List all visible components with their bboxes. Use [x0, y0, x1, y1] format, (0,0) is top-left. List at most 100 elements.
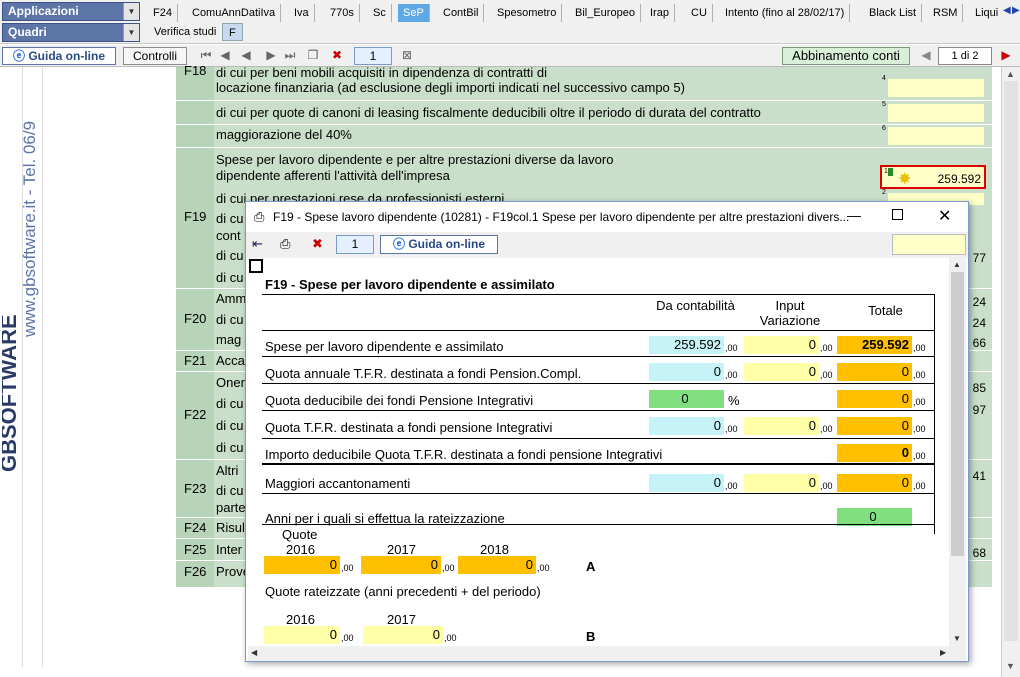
field-4[interactable]: [888, 79, 984, 97]
decimals: ,00: [913, 451, 926, 461]
prev-page-icon[interactable]: ◀: [218, 48, 232, 62]
brand-sidebar: www.gbsoftware.it - Tel. 06/9 GBSOFTWARE: [0, 67, 43, 667]
tab-sc[interactable]: Sc: [368, 4, 392, 22]
quadri-label: Quadri: [8, 25, 47, 39]
delete-icon[interactable]: ✖: [330, 48, 344, 62]
tab-comuanndatiiva[interactable]: ComuAnnDatiIva: [187, 4, 282, 22]
chevron-down-icon[interactable]: ▼: [123, 3, 139, 20]
next-icon[interactable]: ▶: [264, 48, 278, 62]
da-contabilita-field[interactable]: 0: [649, 417, 724, 435]
row-label-partial: Altri: [216, 463, 239, 478]
f19-dialog: ⎙ F19 - Spese lavoro dipendente (10281) …: [245, 201, 969, 662]
prev-icon[interactable]: ◀: [239, 48, 253, 62]
rat-year: 2016: [286, 612, 315, 627]
tab-scroll-left-icon[interactable]: ◀: [1003, 5, 1011, 16]
totale-field: 0: [837, 444, 912, 462]
subtab-f[interactable]: F: [222, 23, 243, 41]
print-icon[interactable]: ⎙: [280, 236, 290, 252]
decimals: ,00: [820, 424, 833, 434]
dialog-horizontal-scrollbar[interactable]: ◀ ▶: [248, 646, 966, 661]
field-value: 24: [972, 316, 986, 330]
dialog-vertical-scrollbar[interactable]: ▲ ▼: [949, 258, 966, 646]
scroll-up-icon[interactable]: ▲: [953, 260, 961, 269]
tab-f24[interactable]: F24: [148, 4, 178, 22]
da-contabilita-field[interactable]: 0: [649, 474, 724, 492]
tab-irap[interactable]: Irap: [645, 4, 675, 22]
maximize-icon[interactable]: [892, 209, 903, 220]
guida-online-button[interactable]: ⓔ Guida on-line: [2, 47, 116, 65]
scroll-right-icon[interactable]: ▶: [940, 648, 946, 657]
tab-contbil[interactable]: ContBil: [438, 4, 485, 22]
page-next-icon[interactable]: ▶: [999, 48, 1013, 62]
scroll-down-icon[interactable]: ▼: [953, 634, 961, 643]
scroll-down-icon[interactable]: ▼: [1006, 661, 1015, 671]
row-label-partial: Acca: [216, 353, 245, 368]
tab-770s[interactable]: 770s: [325, 4, 360, 22]
controlli-button[interactable]: Controlli: [123, 47, 187, 65]
dialog-number-field[interactable]: 1: [336, 235, 374, 254]
percentuale-field[interactable]: 0: [649, 390, 724, 408]
row-label-partial: Inter: [216, 542, 243, 557]
tab-liqui[interactable]: Liqui: [970, 4, 1003, 22]
tab-spesometro[interactable]: Spesometro: [492, 4, 563, 22]
row-label: Spese per lavoro dipendente e assimilato: [265, 339, 504, 354]
guida-label: Guida on-line: [28, 49, 106, 63]
close-icon[interactable]: ✕: [938, 206, 951, 226]
value-text: 259.592: [937, 172, 981, 186]
tab-sep[interactable]: SeP: [398, 4, 430, 22]
row-label: Maggiori accantonamenti: [265, 476, 411, 491]
applicazioni-dropdown[interactable]: Applicazioni ▼: [2, 2, 140, 21]
delete-icon[interactable]: ✖: [312, 236, 323, 252]
input-variazione-field[interactable]: 0: [744, 417, 819, 435]
tab-intento[interactable]: Intento (fino al 28/02/17): [720, 4, 851, 22]
input-variazione-field[interactable]: 0: [744, 363, 819, 381]
field-value: 41: [972, 469, 986, 483]
selected-field-f19-col1[interactable]: 1 ✸ 259.592: [880, 165, 986, 189]
main-vertical-scrollbar[interactable]: ▲ ▼: [1001, 67, 1020, 677]
remove-icon[interactable]: ⊠: [400, 48, 414, 62]
tab-cu[interactable]: CU: [686, 4, 713, 22]
row-label-partial: di cu: [216, 440, 244, 455]
tab-black-list[interactable]: Black List: [864, 4, 923, 22]
tab-scroll-right-icon[interactable]: ▶: [1012, 5, 1020, 16]
scroll-left-icon[interactable]: ◀: [251, 648, 257, 657]
quote-year: 2016: [286, 542, 315, 557]
checkbox[interactable]: [249, 259, 263, 273]
da-contabilita-field[interactable]: 259.592: [649, 336, 724, 354]
decimals: ,00: [913, 370, 926, 380]
last-page-icon[interactable]: ⏭: [283, 48, 297, 62]
dialog-aux-field[interactable]: [892, 234, 966, 255]
scroll-up-icon[interactable]: ▲: [1006, 69, 1015, 79]
row-code: F26: [184, 564, 207, 579]
da-contabilita-field[interactable]: 0: [649, 363, 724, 381]
decimals: ,00: [444, 633, 457, 643]
abbinamento-conti-button[interactable]: Abbinamento conti: [782, 47, 910, 65]
input-variazione-field[interactable]: 0: [744, 336, 819, 354]
exit-icon[interactable]: ⇤: [252, 236, 263, 252]
dialog-guida-button[interactable]: ⓔ Guida on-line: [380, 235, 498, 254]
col-number: 2: [882, 189, 886, 196]
quote-field-2017: 0: [361, 556, 441, 574]
page-prev-icon[interactable]: ◀: [919, 48, 933, 62]
dialog-titlebar: ⎙ F19 - Spese lavoro dipendente (10281) …: [246, 202, 968, 232]
tab-rsm[interactable]: RSM: [928, 4, 964, 22]
page-number-field[interactable]: 1: [354, 47, 392, 65]
copy-icon[interactable]: ❐: [306, 48, 320, 62]
tab-bil-europeo[interactable]: Bil_Europeo: [570, 4, 641, 22]
chevron-down-icon[interactable]: ▼: [123, 24, 139, 41]
input-variazione-field[interactable]: 0: [744, 474, 819, 492]
row-code: F19: [184, 209, 207, 224]
tab-iva[interactable]: Iva: [289, 4, 315, 22]
minimize-icon[interactable]: —: [847, 207, 861, 223]
field-5[interactable]: [888, 104, 984, 122]
totale-field: 0: [837, 417, 912, 435]
field-6[interactable]: [888, 127, 984, 145]
rat-year: 2017: [387, 612, 416, 627]
decimals: ,00: [913, 397, 926, 407]
quadri-dropdown[interactable]: Quadri ▼: [2, 23, 140, 42]
subtab-verifica-studi[interactable]: Verifica studi: [148, 23, 222, 41]
row-label: di cui per quote di canoni di leasing fi…: [216, 105, 761, 120]
dialog-body: F19 - Spese per lavoro dipendente e assi…: [248, 258, 948, 646]
first-page-icon[interactable]: ⏮: [199, 48, 213, 62]
decimals: ,00: [820, 370, 833, 380]
